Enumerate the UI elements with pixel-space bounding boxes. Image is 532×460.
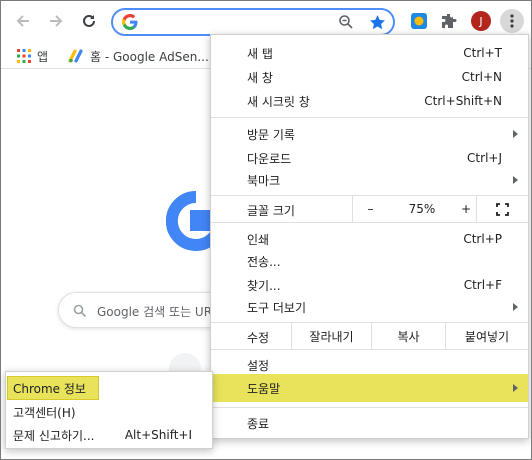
google-g-icon — [122, 14, 138, 30]
bookmark-star-icon[interactable] — [368, 13, 386, 31]
submenu-arrow-icon — [513, 176, 518, 184]
copy-button[interactable]: 복사 — [371, 323, 445, 349]
reload-button[interactable] — [77, 9, 101, 33]
adsense-icon — [68, 49, 83, 63]
paste-label: 붙여넣기 — [464, 329, 510, 344]
menu-item-exit[interactable]: 종료 — [211, 411, 528, 435]
menu-item-new-tab[interactable]: 새 탭 Ctrl+T — [211, 41, 528, 65]
menu-separator — [211, 222, 528, 223]
search-icon — [73, 304, 87, 318]
menu-item-help[interactable]: 도움말 — [211, 374, 528, 402]
menu-item-cast[interactable]: 전송... — [211, 249, 528, 273]
apps-grid-icon — [17, 49, 31, 63]
menu-item-label: 설정 — [247, 358, 270, 373]
menu-item-incognito[interactable]: 새 시크릿 창 Ctrl+Shift+N — [211, 89, 528, 113]
menu-item-shortcut: Ctrl+J — [467, 151, 502, 165]
menu-separator — [211, 117, 528, 118]
menu-item-downloads[interactable]: 다운로드 Ctrl+J — [211, 146, 528, 170]
help-submenu: Chrome 정보 고객센터(H) 문제 신고하기... Alt+Shift+I — [5, 371, 213, 449]
zoom-value: 75% — [388, 196, 456, 222]
submenu-item-label: Chrome 정보 — [13, 381, 86, 396]
menu-item-shortcut: Ctrl+T — [463, 46, 502, 60]
zoom-out-button[interactable]: – — [352, 196, 388, 222]
menu-item-bookmarks[interactable]: 북마크 — [211, 168, 528, 192]
search-placeholder: Google 검색 또는 UR — [97, 305, 213, 319]
profile-avatar[interactable]: J — [471, 11, 491, 31]
extension-icon[interactable] — [409, 11, 429, 31]
zoom-label: 글꼴 크기 — [247, 204, 295, 218]
submenu-item-shortcut: Alt+Shift+I — [124, 428, 192, 442]
menu-item-shortcut: Ctrl+N — [461, 70, 502, 84]
bookmark-adsense-label: 홈 - Google AdSen... — [90, 49, 209, 64]
cut-label: 잘라내기 — [309, 329, 354, 344]
more-vert-icon — [510, 14, 514, 28]
fullscreen-button[interactable] — [476, 196, 528, 222]
menu-item-shortcut: Ctrl+P — [463, 232, 502, 246]
submenu-item-help-center[interactable]: 고객센터(H) — [6, 401, 212, 423]
menu-item-label: 전송... — [247, 254, 281, 269]
bookmark-apps[interactable]: 앱 — [17, 47, 48, 65]
submenu-item-label: 문제 신고하기... — [13, 428, 95, 443]
submenu-item-about[interactable]: Chrome 정보 — [7, 376, 99, 400]
forward-button[interactable] — [44, 9, 68, 33]
menu-item-shortcut: Ctrl+Shift+N — [424, 94, 502, 108]
copy-label: 복사 — [397, 329, 420, 344]
menu-item-label: 새 창 — [247, 70, 273, 85]
submenu-item-label: 고객센터(H) — [13, 405, 76, 420]
puzzle-icon[interactable] — [439, 11, 459, 31]
menu-item-more-tools[interactable]: 도구 더보기 — [211, 295, 528, 319]
paste-button[interactable]: 붙여넣기 — [445, 323, 528, 349]
browser-window: J 앱 홈 - Google AdSen... Google 검색 또는 UR … — [0, 0, 532, 460]
submenu-arrow-icon — [513, 303, 518, 311]
menu-item-history[interactable]: 방문 기록 — [211, 122, 528, 146]
zoom-value-label: 75% — [408, 202, 436, 216]
cut-button[interactable]: 잘라내기 — [291, 323, 371, 349]
edit-row: 수정 잘라내기 복사 붙여넣기 — [211, 323, 528, 349]
menu-separator — [211, 407, 528, 408]
menu-item-label: 도구 더보기 — [247, 300, 307, 315]
chrome-menu: 새 탭 Ctrl+T 새 창 Ctrl+N 새 시크릿 창 Ctrl+Shift… — [210, 34, 529, 439]
bookmark-adsense[interactable]: 홈 - Google AdSen... — [68, 47, 209, 65]
menu-item-label: 종료 — [247, 416, 270, 431]
submenu-arrow-icon — [513, 384, 518, 392]
menu-item-label: 인쇄 — [247, 232, 270, 247]
menu-separator — [211, 349, 528, 350]
menu-item-label: 도움말 — [247, 381, 281, 396]
zoom-in-label: + — [460, 202, 472, 216]
menu-item-label: 새 시크릿 창 — [247, 94, 310, 109]
menu-item-label: 찾기... — [247, 278, 281, 293]
menu-item-shortcut: Ctrl+F — [463, 278, 502, 292]
back-button[interactable] — [11, 9, 35, 33]
zoom-in-button[interactable]: + — [456, 196, 476, 222]
address-bar[interactable] — [111, 8, 395, 36]
submenu-item-report[interactable]: 문제 신고하기... Alt+Shift+I — [6, 424, 212, 446]
menu-item-find[interactable]: 찾기... Ctrl+F — [211, 273, 528, 297]
fullscreen-icon — [496, 202, 509, 216]
menu-item-label: 새 탭 — [247, 46, 273, 61]
menu-item-label: 방문 기록 — [247, 127, 295, 142]
zoom-out-label: – — [367, 202, 374, 216]
menu-item-label: 다운로드 — [247, 151, 292, 166]
arrow-right-icon — [50, 15, 63, 27]
menu-item-label: 북마크 — [247, 173, 281, 188]
submenu-arrow-icon — [513, 130, 518, 138]
chrome-menu-button[interactable] — [500, 9, 524, 33]
arrow-left-icon — [16, 15, 29, 27]
zoom-icon[interactable] — [337, 13, 355, 31]
zoom-row: 글꼴 크기 – 75% + — [211, 196, 528, 222]
menu-item-new-window[interactable]: 새 창 Ctrl+N — [211, 65, 528, 89]
reload-icon — [83, 14, 95, 27]
bookmark-apps-label: 앱 — [37, 49, 49, 64]
menu-item-print[interactable]: 인쇄 Ctrl+P — [211, 227, 528, 251]
edit-label: 수정 — [247, 331, 270, 345]
